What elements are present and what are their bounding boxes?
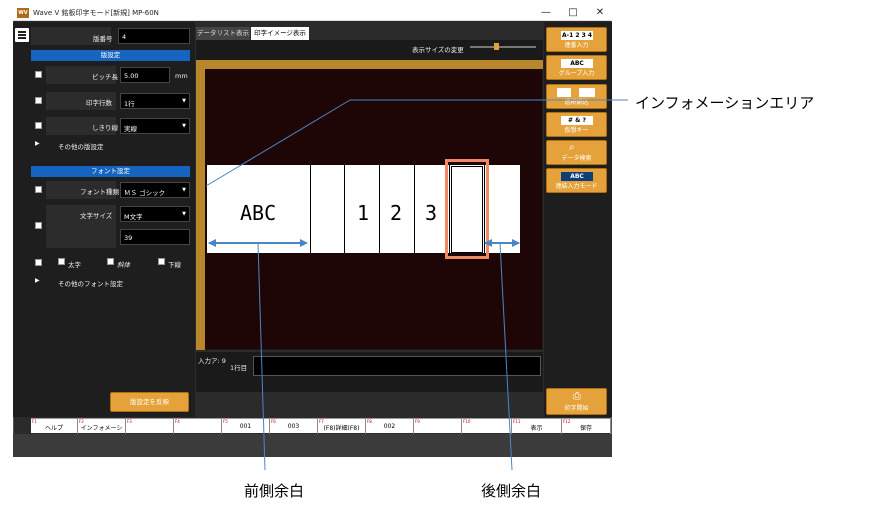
info-area-annotation: インフォメーションエリア	[635, 94, 815, 112]
front-margin-arrowhead-left	[208, 239, 216, 247]
rear-margin-arrowhead-right	[512, 239, 520, 247]
info-area-leader-a	[205, 99, 351, 187]
rear-margin-leader	[499, 242, 513, 471]
rear-margin-annotation: 後側余白	[481, 482, 542, 500]
front-margin-arrowhead-right	[300, 239, 308, 247]
front-margin-annotation: 前側余白	[244, 482, 305, 500]
annotation-overlay	[205, 99, 628, 471]
front-margin-leader	[257, 242, 266, 471]
rear-margin-arrowhead-left	[484, 239, 492, 247]
